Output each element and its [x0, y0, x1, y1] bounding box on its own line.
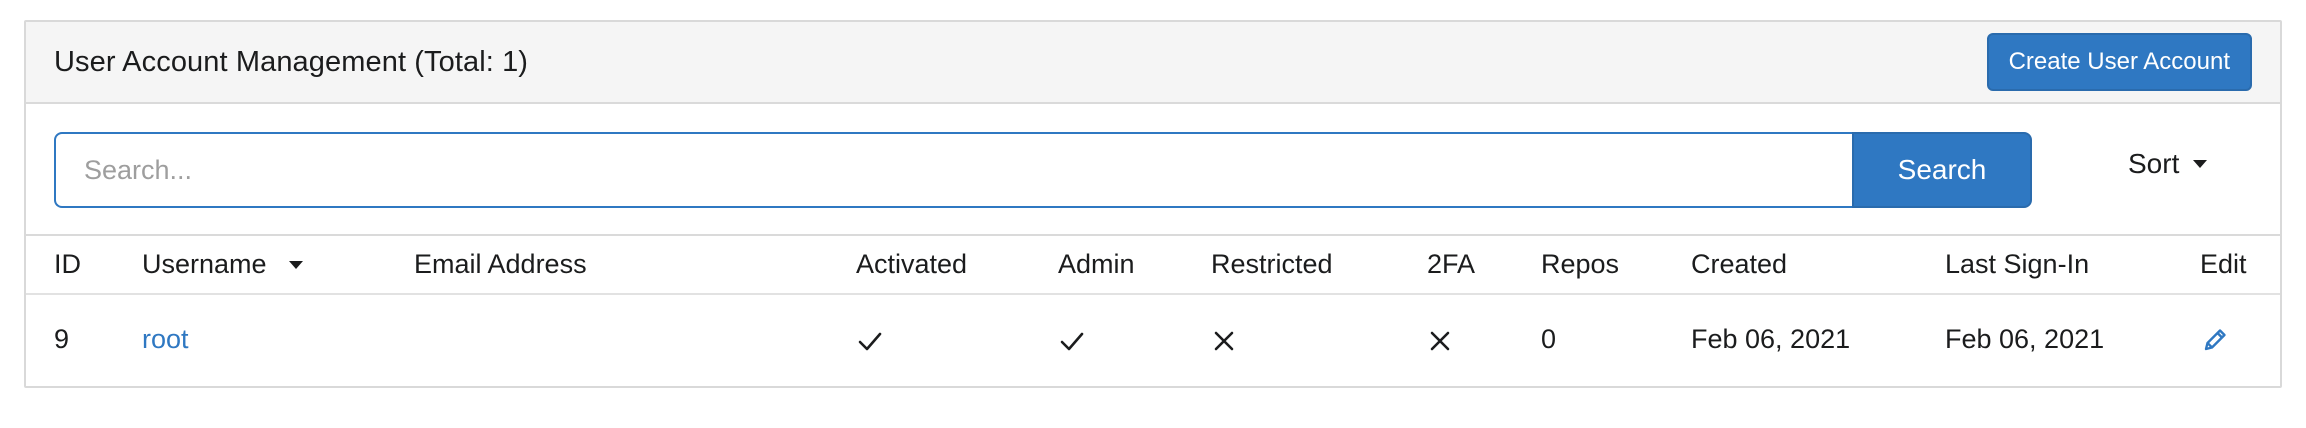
cell-edit	[2200, 294, 2280, 384]
x-icon	[1430, 331, 1450, 351]
column-header-restricted: Restricted	[1211, 249, 1333, 279]
cell-created: Feb 06, 2021	[1691, 324, 1851, 354]
cell-last-signin: Feb 06, 2021	[1945, 324, 2105, 354]
search-group: Search	[54, 132, 2032, 208]
column-header-id: ID	[54, 249, 81, 279]
panel-header: User Account Management (Total: 1) Creat…	[26, 22, 2280, 104]
cell-repos: 0	[1541, 324, 1557, 354]
create-user-account-button[interactable]: Create User Account	[1986, 33, 2252, 91]
column-header-created: Created	[1691, 249, 1788, 279]
column-header-email: Email Address	[414, 249, 587, 279]
check-icon	[1060, 332, 1084, 351]
sort-label: Sort	[2128, 148, 2180, 179]
search-input[interactable]	[54, 132, 1852, 208]
table-header-row: ID Username Email Address Activated Admi…	[26, 236, 2280, 294]
cell-username: root	[142, 294, 414, 384]
sort-dropdown[interactable]: Sort	[2128, 148, 2208, 180]
cell-id: 9	[54, 324, 70, 354]
cell-restricted	[1211, 294, 1427, 384]
column-header-admin: Admin	[1058, 249, 1135, 279]
column-header-edit: Edit	[2200, 249, 2247, 279]
page-title: User Account Management (Total: 1)	[54, 45, 529, 78]
column-header-2fa: 2FA	[1427, 249, 1476, 279]
column-header-last-signin: Last Sign-In	[1945, 249, 2090, 279]
column-header-activated: Activated	[856, 249, 968, 279]
column-header-repos: Repos	[1541, 249, 1620, 279]
check-icon	[858, 332, 882, 351]
search-button[interactable]: Search	[1852, 132, 2032, 208]
caret-down-icon	[2193, 160, 2208, 168]
table-row: 9 root 0 Feb 06, 2021 Feb 06, 2021	[26, 294, 2280, 384]
user-management-panel: User Account Management (Total: 1) Creat…	[24, 20, 2282, 388]
users-table: ID Username Email Address Activated Admi…	[26, 236, 2280, 384]
column-header-username-label: Username	[142, 249, 267, 279]
sort-caret-down-icon	[288, 260, 303, 269]
column-header-username[interactable]: Username	[142, 236, 414, 294]
username-link[interactable]: root	[142, 324, 189, 354]
cell-2fa	[1427, 294, 1541, 384]
x-icon	[1214, 331, 1234, 351]
cell-admin	[1058, 294, 1211, 384]
pencil-icon[interactable]	[2200, 325, 2230, 355]
search-row: Search Sort	[26, 104, 2280, 236]
cell-activated	[856, 294, 1058, 384]
cell-email	[414, 294, 856, 384]
